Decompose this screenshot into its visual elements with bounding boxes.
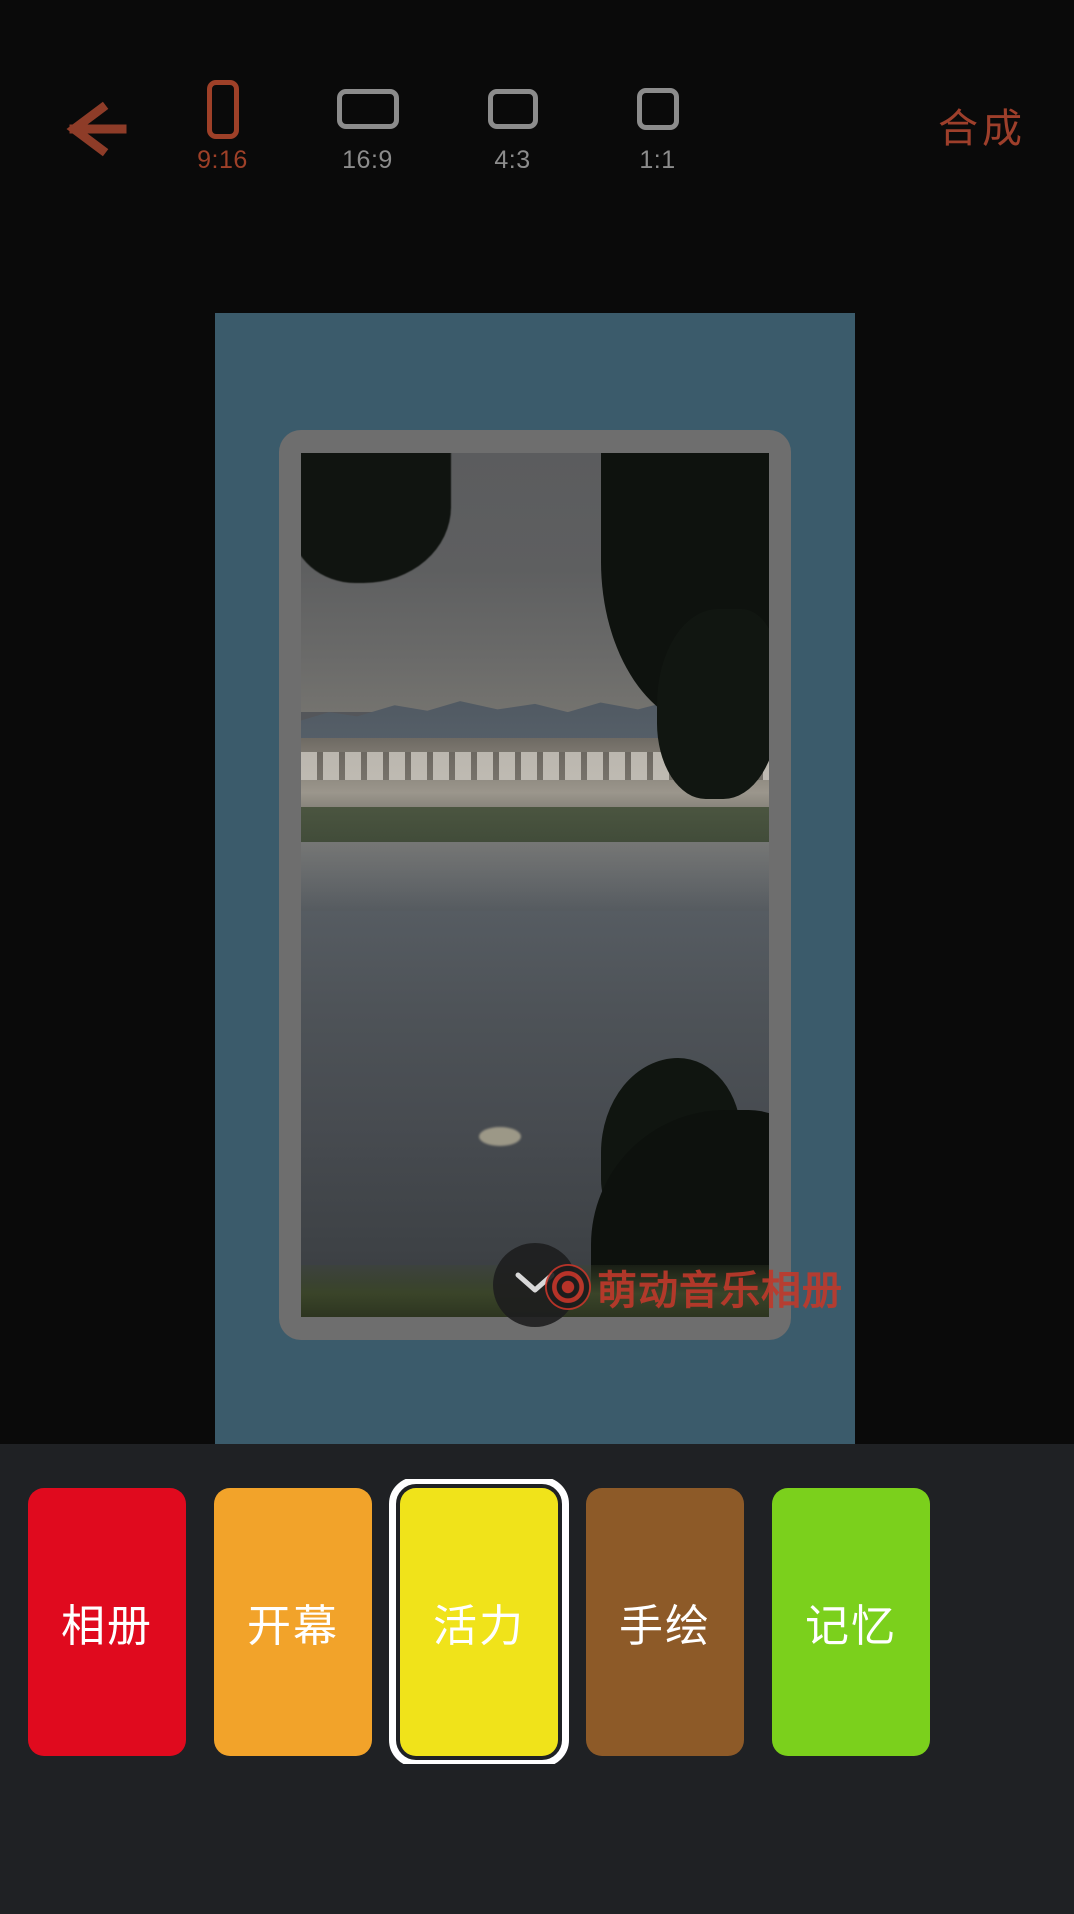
watermark: 萌动音乐相册	[545, 1258, 843, 1316]
arrow-left-icon	[58, 100, 130, 163]
app-root: 9:16 16:9 4:3 1:1 合成 萌动音乐相册 相册 开幕 活力 手绘 …	[0, 0, 1074, 1914]
ratio-label: 4:3	[494, 146, 531, 174]
theme-bar: 相册 开幕 活力 手绘 记忆	[0, 1444, 1074, 1914]
ratio-option-4-3[interactable]: 4:3	[440, 78, 585, 175]
ratio-option-16-9[interactable]: 16:9	[295, 78, 440, 175]
theme-card-huoli[interactable]: 活力	[389, 1479, 569, 1764]
theme-label: 活力	[433, 1601, 525, 1651]
ratio-option-9-16[interactable]: 9:16	[150, 78, 295, 175]
back-button[interactable]	[48, 92, 140, 170]
rect-4-3-icon	[487, 78, 538, 140]
theme-label: 相册	[61, 1601, 153, 1651]
photo-tree-right	[656, 608, 769, 799]
top-toolbar: 9:16 16:9 4:3 1:1 合成	[0, 0, 1074, 200]
portrait-rect-icon	[206, 78, 239, 140]
aspect-ratio-selector: 9:16 16:9 4:3 1:1	[150, 78, 730, 178]
theme-label: 手绘	[619, 1601, 711, 1651]
theme-label: 记忆	[805, 1601, 897, 1651]
theme-card-jiyi[interactable]: 记忆	[772, 1487, 930, 1756]
photo-image	[301, 453, 769, 1317]
vinyl-record-icon	[545, 1264, 591, 1310]
preview-stage: 萌动音乐相册	[0, 200, 1074, 1445]
watermark-text: 萌动音乐相册	[597, 1269, 843, 1313]
photo-reflection-layer	[301, 841, 769, 911]
ratio-label: 1:1	[639, 146, 676, 174]
theme-card-shouhui[interactable]: 手绘	[586, 1487, 744, 1756]
theme-card-kaimu[interactable]: 开幕	[214, 1487, 372, 1756]
ratio-label: 9:16	[197, 146, 248, 174]
photo-frame[interactable]	[279, 430, 791, 1340]
theme-list[interactable]: 相册 开幕 活力 手绘 记忆	[0, 1479, 1074, 1764]
theme-label: 开幕	[247, 1601, 339, 1651]
ratio-label: 16:9	[342, 146, 393, 174]
preview-canvas[interactable]: 萌动音乐相册	[215, 313, 855, 1445]
photo-lily-highlight	[478, 1126, 521, 1146]
theme-card-xiangce[interactable]: 相册	[28, 1487, 186, 1756]
compose-button[interactable]: 合成	[938, 96, 1026, 154]
landscape-rect-icon	[336, 78, 399, 140]
ratio-option-1-1[interactable]: 1:1	[585, 78, 730, 175]
square-icon	[636, 78, 679, 140]
